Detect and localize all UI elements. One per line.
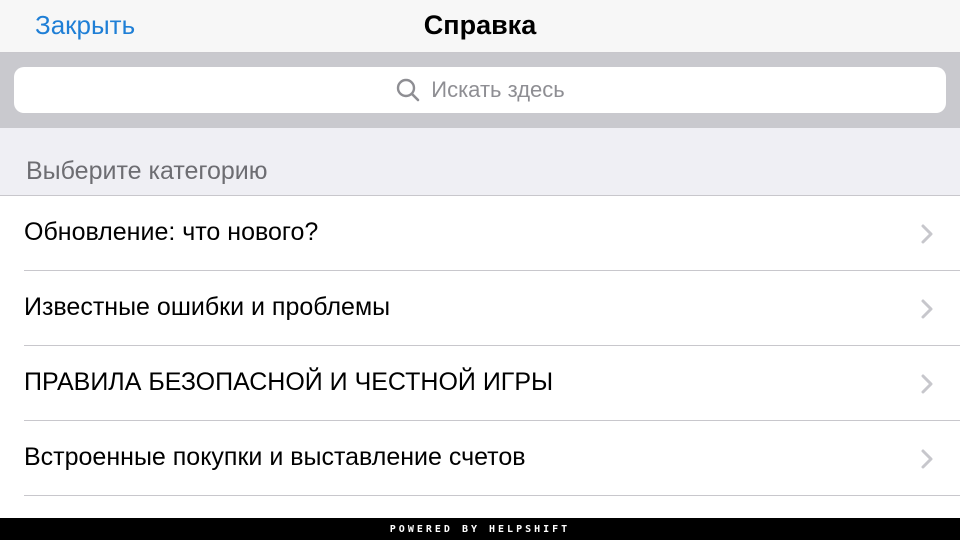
search-bar-container: Искать здесь: [0, 53, 960, 128]
chevron-right-icon: [921, 449, 933, 469]
category-item-whats-new[interactable]: Обновление: что нового?: [0, 196, 960, 271]
search-input[interactable]: Искать здесь: [14, 67, 946, 113]
chevron-right-icon: [921, 224, 933, 244]
category-item-fair-play-rules[interactable]: ПРАВИЛА БЕЗОПАСНОЙ И ЧЕСТНОЙ ИГРЫ: [0, 346, 960, 421]
category-label: ПРАВИЛА БЕЗОПАСНОЙ И ЧЕСТНОЙ ИГРЫ: [24, 368, 554, 396]
section-title: Выберите категорию: [26, 157, 268, 185]
chevron-right-icon: [921, 374, 933, 394]
category-label: Встроенные покупки и выставление счетов: [24, 443, 526, 471]
category-label: Известные ошибки и проблемы: [24, 293, 391, 321]
powered-by-footer: POWERED BY HELPSHIFT: [0, 518, 960, 540]
search-placeholder: Искать здесь: [431, 77, 565, 102]
chevron-right-icon: [921, 299, 933, 319]
search-icon: [397, 78, 420, 102]
section-header: Выберите категорию: [0, 128, 960, 196]
navigation-bar: Закрыть Справка: [0, 0, 960, 53]
help-screen: Закрыть Справка Искать здесь Выберите ка…: [0, 0, 960, 540]
category-item-known-issues[interactable]: Известные ошибки и проблемы: [0, 271, 960, 346]
footer-text: POWERED BY HELPSHIFT: [389, 523, 571, 535]
category-list: Обновление: что нового? Известные ошибки…: [0, 196, 960, 496]
category-item-purchases-billing[interactable]: Встроенные покупки и выставление счетов: [0, 421, 960, 496]
category-label: Обновление: что нового?: [24, 218, 319, 246]
page-title: Справка: [423, 10, 537, 40]
